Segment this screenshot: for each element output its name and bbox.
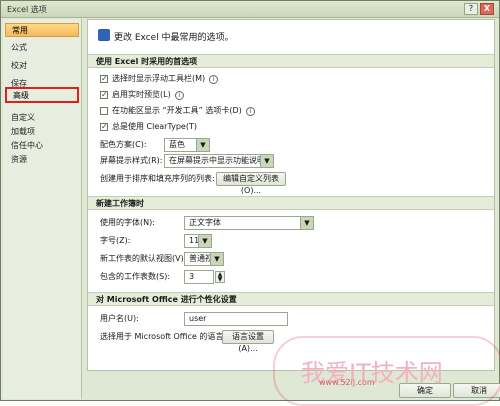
chevron-down-icon: ▼ xyxy=(300,217,313,229)
sheet-count-label: 包含的工作表数(S): xyxy=(100,272,171,281)
sidebar-item-proofing[interactable]: 校对 xyxy=(5,59,79,73)
info-icon: i xyxy=(174,90,184,100)
edit-custom-lists-button[interactable]: 编辑自定义列表(O)... xyxy=(216,172,286,195)
chevron-down-icon: ▼ xyxy=(196,139,209,151)
chevron-down-icon: ▼ xyxy=(198,235,211,247)
color-scheme-select[interactable]: 蓝色 ▼ xyxy=(164,138,210,152)
sidebar-item-advanced[interactable]: 高级 xyxy=(5,87,79,103)
live-preview-checkbox[interactable] xyxy=(100,88,108,102)
mini-toolbar-label: 选择时显示浮动工具栏(M) xyxy=(112,74,206,83)
sidebar-item-customize[interactable]: 自定义 xyxy=(5,111,79,125)
sheet-count-spinner[interactable]: ▲ ▼ xyxy=(215,271,225,283)
live-preview-label: 启用实时预览(L) xyxy=(112,90,171,99)
developer-tab-option[interactable]: 在功能区显示 “开发工具” 选项卡(D) i xyxy=(100,104,255,118)
developer-tab-checkbox[interactable] xyxy=(100,107,108,115)
options-icon xyxy=(98,29,110,41)
language-label: 选择用于 Microsoft Office 的语言: xyxy=(100,332,227,341)
font-value: 正文字体 xyxy=(189,218,221,227)
language-settings-button[interactable]: 语言设置(A)... xyxy=(222,330,274,353)
section-top-options: 使用 Excel 时采用的首选项 xyxy=(88,54,494,68)
font-label: 使用的字体(N): xyxy=(100,218,155,227)
dialog-title: Excel 选项 xyxy=(7,5,47,14)
developer-tab-label: 在功能区显示 “开发工具” 选项卡(D) xyxy=(112,106,242,115)
close-button[interactable]: X xyxy=(480,3,494,15)
chevron-down-icon: ▼ xyxy=(260,155,273,167)
sidebar-item-addins[interactable]: 加载项 xyxy=(5,125,79,139)
username-label: 用户名(U): xyxy=(100,314,139,323)
tooltip-style-value: 在屏幕提示中显示功能说明 xyxy=(169,156,265,165)
color-scheme-value: 蓝色 xyxy=(169,140,185,149)
font-select[interactable]: 正文字体 ▼ xyxy=(184,216,314,230)
info-icon: i xyxy=(209,74,219,84)
cleartype-checkbox[interactable] xyxy=(100,120,108,134)
custom-lists-label: 创建用于排序和填充序列的列表: xyxy=(100,174,215,183)
color-scheme-label: 配色方案(C): xyxy=(100,140,147,149)
title-bar: Excel 选项 ? X xyxy=(1,1,499,18)
default-view-label: 新工作表的默认视图(V): xyxy=(100,254,187,263)
sidebar-item-resources[interactable]: 资源 xyxy=(5,153,79,167)
excel-options-dialog: Excel 选项 ? X 常用 公式 校对 保存 高级 自定义 加载项 信任中心… xyxy=(0,0,500,406)
cleartype-label: 总是使用 ClearType(T) xyxy=(112,122,197,131)
intro-text: 更改 Excel 中最常用的选项。 xyxy=(98,29,234,43)
chevron-down-icon: ▼ xyxy=(210,253,223,265)
sidebar-item-formulas[interactable]: 公式 xyxy=(5,41,79,55)
live-preview-option[interactable]: 启用实时预览(L) i xyxy=(100,88,184,102)
section-personalize: 对 Microsoft Office 进行个性化设置 xyxy=(88,292,494,306)
sidebar-item-trust-center[interactable]: 信任中心 xyxy=(5,139,79,153)
username-input[interactable]: user xyxy=(184,312,288,326)
font-size-label: 字号(Z): xyxy=(100,236,131,245)
mini-toolbar-option[interactable]: 选择时显示浮动工具栏(M) i xyxy=(100,72,219,86)
options-panel: 更改 Excel 中最常用的选项。 使用 Excel 时采用的首选项 选择时显示… xyxy=(87,19,495,371)
sheet-count-input[interactable]: 3 xyxy=(184,270,214,284)
font-size-select[interactable]: 11 ▼ xyxy=(184,234,212,248)
default-view-select[interactable]: 普通视图 ▼ xyxy=(184,252,224,266)
tooltip-style-select[interactable]: 在屏幕提示中显示功能说明 ▼ xyxy=(164,154,274,168)
section-new-workbook: 新建工作簿时 xyxy=(88,196,494,210)
tooltip-style-label: 屏幕提示样式(R): xyxy=(100,156,163,165)
intro-label: 更改 Excel 中最常用的选项。 xyxy=(114,33,234,43)
watermark-url: www.52ij.com xyxy=(319,378,375,387)
info-icon: i xyxy=(245,106,255,116)
cleartype-option[interactable]: 总是使用 ClearType(T) xyxy=(100,120,197,134)
sidebar: 常用 公式 校对 保存 高级 自定义 加载项 信任中心 资源 xyxy=(3,19,82,399)
mini-toolbar-checkbox[interactable] xyxy=(100,72,108,86)
help-button[interactable]: ? xyxy=(464,3,478,15)
sidebar-item-popular[interactable]: 常用 xyxy=(5,23,79,37)
